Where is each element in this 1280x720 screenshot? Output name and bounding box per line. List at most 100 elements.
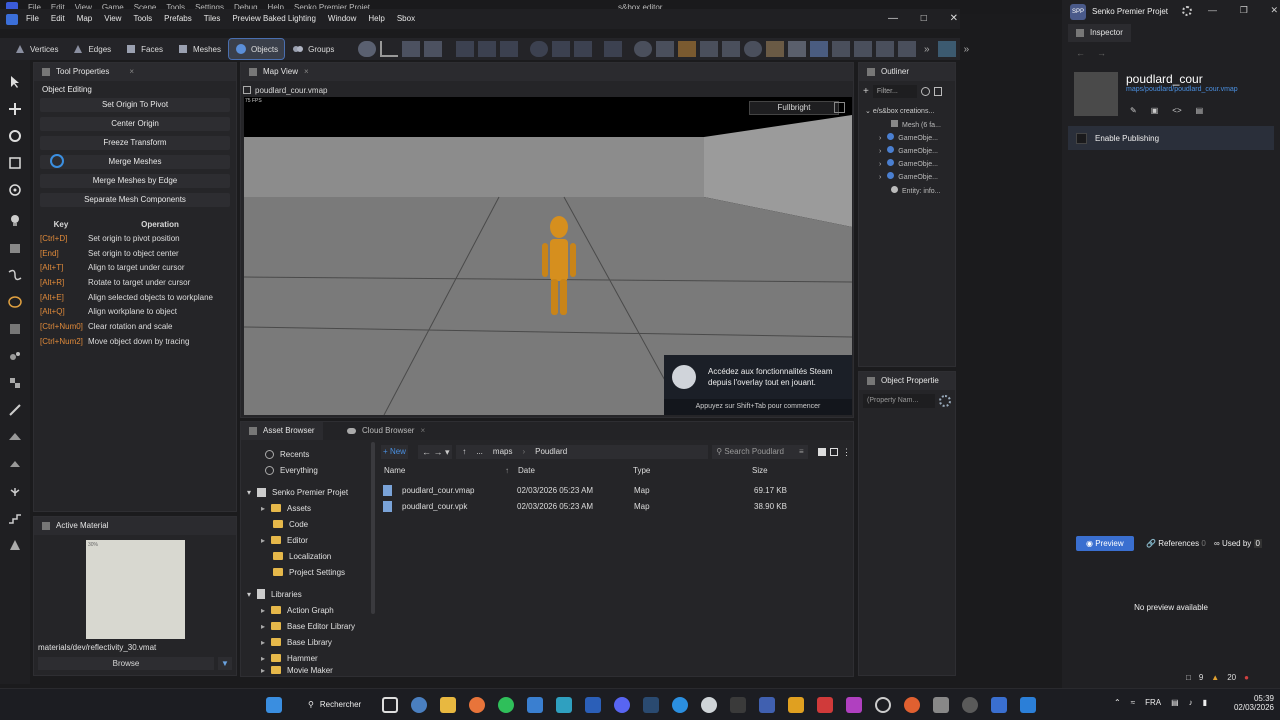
sculpt-icon[interactable] — [0, 423, 30, 450]
chevron-up-icon[interactable]: ⌃ — [1114, 698, 1121, 707]
rotate-icon[interactable] — [0, 122, 30, 149]
history-nav[interactable]: ← → ▾ — [418, 445, 453, 459]
select-faces-icon[interactable] — [478, 41, 496, 57]
viewport-3d[interactable]: 75 FPS Fullbright Accédez aux fonctionna… — [244, 97, 852, 415]
recorder-icon[interactable] — [817, 697, 833, 713]
tree-folder[interactable]: ▸ Assets — [247, 500, 373, 516]
menu-view[interactable]: View — [98, 9, 127, 29]
forward-arrow-icon[interactable]: → — [1097, 48, 1106, 58]
column-size[interactable]: Size — [752, 466, 768, 475]
toolbar-overflow-icon-2[interactable]: » — [964, 44, 970, 55]
outliner-item[interactable]: › GameObje... — [879, 133, 938, 142]
rsi-icon[interactable] — [759, 697, 775, 713]
word-icon[interactable] — [585, 697, 601, 713]
tree-everything[interactable]: Everything — [247, 462, 373, 478]
outliner-item[interactable]: › GameObje... — [879, 172, 938, 181]
close-icon[interactable]: ✕ — [1270, 5, 1278, 16]
stairs-icon[interactable] — [0, 504, 30, 531]
calculator-icon[interactable] — [933, 697, 949, 713]
menu-tools[interactable]: Tools — [127, 9, 158, 29]
browse-button[interactable]: Browse — [38, 657, 214, 670]
separate-mesh-components-button[interactable]: Separate Mesh Components — [40, 193, 230, 207]
block-icon[interactable] — [766, 41, 784, 57]
breadcrumb-item[interactable]: maps — [493, 445, 513, 459]
close-tab-icon[interactable]: × — [129, 63, 134, 81]
light-icon[interactable] — [634, 41, 652, 57]
camera-icon[interactable] — [744, 41, 762, 57]
wifi-icon[interactable]: ≈ — [1131, 698, 1135, 707]
merge-meshes-button[interactable]: Merge Meshes — [40, 154, 230, 169]
tree-scrollbar[interactable] — [371, 442, 375, 614]
language-indicator[interactable]: FRA — [1145, 698, 1161, 707]
new-asset-button[interactable]: + New — [381, 445, 409, 459]
app-circle-icon[interactable] — [875, 697, 891, 713]
tab-active-material[interactable]: Active Material — [34, 517, 236, 535]
publishing-checkbox[interactable] — [1076, 132, 1087, 144]
mode-groups-button[interactable]: Groups — [286, 39, 340, 59]
breadcrumb-item[interactable]: Poudlard — [535, 445, 567, 459]
file-row[interactable]: poudlard_cour.vpk 02/03/2026 05:23 AM Ma… — [383, 498, 849, 514]
menu-tiles[interactable]: Tiles — [198, 9, 227, 29]
tree-library[interactable]: ▸ Movie Maker — [247, 666, 373, 674]
umbrella-icon[interactable] — [574, 41, 592, 57]
discord-icon[interactable] — [614, 697, 630, 713]
outliner-item[interactable]: › GameObje... — [879, 159, 938, 168]
tree-library[interactable]: ▸ Base Library — [247, 634, 373, 650]
list-view-icon[interactable] — [829, 448, 838, 456]
document-icon[interactable] — [933, 87, 942, 96]
outliner-item[interactable]: Entity: info... — [891, 186, 941, 195]
enable-publishing-row[interactable]: Enable Publishing — [1068, 126, 1274, 150]
outliner-item[interactable]: Mesh (6 fa... — [891, 120, 941, 129]
breadcrumb-ellipsis[interactable]: ... — [476, 445, 483, 459]
tile-grid-icon[interactable] — [898, 41, 916, 57]
visibility-icon[interactable] — [920, 87, 930, 96]
browse-dropdown-icon[interactable]: ▼ — [218, 657, 232, 670]
up-folder-icon[interactable]: ↑ — [462, 445, 466, 459]
sbox-editor-icon[interactable] — [1020, 697, 1036, 713]
references-tab[interactable]: 🔗 References 0 — [1146, 539, 1206, 548]
axis-icon[interactable] — [380, 41, 398, 57]
mode-edges-button[interactable]: Edges — [66, 39, 117, 59]
scale-icon[interactable] — [402, 41, 420, 57]
clock[interactable]: 05:39 02/03/2026 — [1222, 694, 1274, 712]
tab-outliner[interactable]: Outliner — [859, 63, 955, 81]
block-tool-icon[interactable] — [0, 234, 30, 261]
back-arrow-icon[interactable]: ← — [1076, 48, 1085, 58]
texture-tool-icon[interactable] — [0, 369, 30, 396]
close-tab-icon[interactable]: × — [420, 422, 425, 440]
close-tab-icon[interactable]: × — [304, 63, 309, 81]
flag-icon[interactable] — [722, 41, 740, 57]
tree-folder[interactable]: Localization — [247, 548, 373, 564]
render-mode-dropdown[interactable]: Fullbright — [749, 101, 839, 115]
toolbar-overflow-icon[interactable]: » — [924, 44, 930, 55]
mode-vertices-button[interactable]: Vertices — [8, 39, 64, 59]
outliner-filter-input[interactable]: Filter... — [872, 85, 917, 98]
menu-help[interactable]: Help — [362, 9, 390, 29]
mode-meshes-button[interactable]: Meshes — [171, 39, 227, 59]
rope-icon[interactable] — [854, 41, 872, 57]
viewport-grid-icon[interactable] — [243, 86, 251, 94]
scale-tool-icon[interactable] — [0, 149, 30, 176]
mail-icon[interactable] — [527, 697, 543, 713]
column-date[interactable]: Date — [518, 466, 535, 475]
layout-icon[interactable] — [937, 41, 956, 57]
task-view-icon[interactable] — [382, 697, 398, 713]
file-explorer-icon[interactable] — [440, 697, 456, 713]
terrain-icon[interactable] — [0, 450, 30, 477]
game-icon[interactable] — [846, 697, 862, 713]
tab-tool-properties[interactable]: Tool Properties × — [34, 63, 236, 81]
filter-icon[interactable]: ≡ — [799, 445, 804, 459]
column-type[interactable]: Type — [633, 466, 650, 475]
browser-icon[interactable] — [672, 697, 688, 713]
close-icon[interactable]: ✕ — [950, 13, 958, 25]
select-arrow-icon[interactable] — [0, 68, 30, 95]
menu-map[interactable]: Map — [71, 9, 99, 29]
select-tool-icon[interactable] — [456, 41, 474, 57]
ragdoll-icon[interactable] — [876, 41, 894, 57]
freeze-transform-button[interactable]: Freeze Transform — [40, 136, 230, 150]
gamepad-icon[interactable] — [604, 41, 622, 57]
warning-icon[interactable]: ▲ — [1211, 673, 1219, 682]
crate-icon[interactable] — [678, 41, 696, 57]
tree-project[interactable]: ▾ Senko Premier Projet — [247, 484, 373, 500]
code-icon[interactable]: <> — [1172, 106, 1181, 115]
